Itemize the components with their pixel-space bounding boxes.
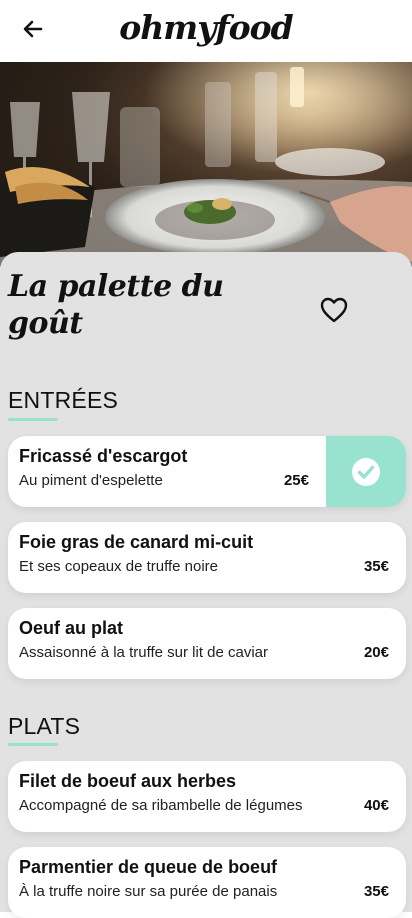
- dish-description: Et ses copeaux de truffe noire: [19, 558, 219, 575]
- dish-name: Foie gras de canard mi-cuit: [19, 532, 254, 552]
- section-title-plats: PLATS: [8, 713, 81, 739]
- dish-description: Au piment d'espelette: [19, 472, 163, 489]
- selected-indicator[interactable]: [326, 436, 406, 507]
- hero-image: [0, 62, 412, 267]
- dish-description: Accompagné de sa ribambelle de légumes: [19, 797, 303, 814]
- brand-logo[interactable]: ohmyfood: [0, 8, 412, 47]
- section-title-entrees: ENTRÉES: [8, 387, 119, 413]
- dish-price: 35€: [363, 558, 389, 575]
- dish-description: À la truffe noire sur sa purée de panais: [19, 883, 278, 900]
- section-underline: [8, 743, 58, 746]
- restaurant-name: La palette du goût: [8, 269, 224, 341]
- dish-price: 20€: [363, 644, 389, 661]
- heart-outline-icon[interactable]: [320, 297, 348, 323]
- dish-price: 25€: [283, 472, 309, 489]
- dish-card[interactable]: Parmentier de queue de boeuf À la truffe…: [8, 847, 406, 918]
- dish-card[interactable]: Foie gras de canard mi-cuit Et ses copea…: [8, 522, 406, 593]
- dish-name: Filet de boeuf aux herbes: [19, 771, 237, 791]
- restaurant-table-photo: [0, 62, 412, 267]
- dish-description: Assaisonné à la truffe sur lit de caviar: [19, 644, 269, 661]
- dish-name: Fricassé d'escargot: [19, 446, 188, 466]
- dish-price: 40€: [363, 797, 389, 814]
- dish-card[interactable]: Oeuf au plat Assaisonné à la truffe sur …: [8, 608, 406, 679]
- dish-card[interactable]: Filet de boeuf aux herbes Accompagné de …: [8, 761, 406, 832]
- dish-card[interactable]: Fricassé d'escargot Au piment d'espelett…: [8, 436, 406, 507]
- dish-name: Parmentier de queue de boeuf: [19, 857, 278, 877]
- section-underline: [8, 418, 58, 421]
- app-header: ohmyfood: [0, 0, 412, 62]
- dish-name: Oeuf au plat: [19, 618, 124, 638]
- dish-price: 35€: [363, 883, 389, 900]
- check-circle-icon: [352, 458, 380, 486]
